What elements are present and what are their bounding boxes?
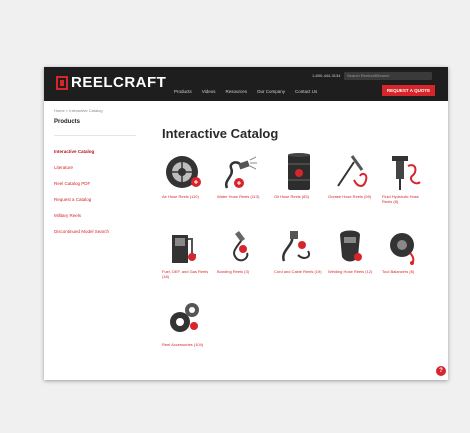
reelcraft-logo[interactable]: REELCRAFT (56, 75, 166, 91)
sidebar-item-military-reels[interactable]: Military Reels (54, 212, 136, 228)
cord-plug-icon (282, 231, 310, 262)
sidebar-title: Products (54, 119, 136, 136)
logo-mark-icon (56, 76, 68, 90)
catalog-tile-water-hose[interactable]: Water Hose Reels (113) (217, 152, 265, 199)
catalog-tile-grease-hose[interactable]: Grease Hose Reels (59) (328, 152, 376, 199)
tile-label: Fuel, DEF, and Gas Reels (18) (162, 269, 209, 279)
sidebar-item-discontinued-search[interactable]: Discontinued Model Search (54, 228, 136, 244)
sidebar-item-literature[interactable]: Literature (54, 164, 136, 180)
catalog-tile-air-hose[interactable]: Air Hose Reels (110) (162, 152, 210, 199)
tile-label: Tool Balancers (8) (382, 269, 415, 274)
tile-label: Grease Hose Reels (59) (328, 194, 372, 199)
oil-drum-icon (288, 153, 310, 190)
nav-item-our-company[interactable]: Our Company (257, 89, 285, 94)
search-input[interactable]: Search ReelcraftSearch (344, 72, 432, 80)
nav-item-products[interactable]: Products (174, 89, 192, 94)
tile-label: Fluid Hydraulic Hose Reels (8) (382, 194, 419, 204)
bonding-clamp-icon (233, 231, 249, 262)
catalog-tile-bonding[interactable]: Bonding Reels (3) (217, 227, 265, 274)
nav-item-videos[interactable]: Videos (202, 89, 216, 94)
sidebar-item-request-catalog[interactable]: Request a Catalog (54, 196, 136, 212)
tile-label: Water Hose Reels (113) (217, 194, 260, 199)
catalog-tile-fuel-def-gas[interactable]: Fuel, DEF, and Gas Reels (18) (162, 227, 210, 279)
catalog-tile-cord-cable[interactable]: Cord and Cable Reels (19) (274, 227, 322, 274)
main-nav: Products Videos Resources Our Company Co… (174, 89, 317, 94)
sidebar: Products Interactive Catalog Literature … (54, 119, 136, 244)
water-hose-icon (224, 156, 257, 189)
tile-label: Air Hose Reels (110) (162, 194, 199, 199)
sidebar-item-reel-catalog-pdf[interactable]: Reel Catalog PDF (54, 180, 136, 196)
main-content: Interactive Catalog (162, 127, 278, 141)
site-header: REELCRAFT 1-800-444-3134 Search Reelcraf… (44, 67, 448, 101)
nav-item-resources[interactable]: Resources (225, 89, 247, 94)
catalog-tile-reel-accessories[interactable]: Reel Accessories (104) (162, 300, 210, 347)
sidebar-item-interactive-catalog[interactable]: Interactive Catalog (54, 148, 136, 164)
catalog-tile-tool-balancers[interactable]: Tool Balancers (8) (382, 227, 430, 274)
tile-label: Oil Hose Reels (83) (274, 194, 309, 199)
tile-label: Reel Accessories (104) (162, 342, 204, 347)
website-screenshot: REELCRAFT 1-800-444-3134 Search Reelcraf… (44, 67, 448, 380)
fuel-pump-icon (172, 235, 196, 263)
tile-label: Welding Hose Reels (12) (328, 269, 373, 274)
chat-button[interactable]: ? (436, 366, 446, 376)
logo-text: REELCRAFT (71, 74, 167, 91)
catalog-tile-hydraulic-hose[interactable]: Fluid Hydraulic Hose Reels (8) (382, 152, 430, 204)
welding-mask-icon (340, 230, 362, 262)
grease-gun-icon (337, 155, 368, 187)
page-title: Interactive Catalog (162, 126, 279, 141)
tile-label: Bonding Reels (3) (217, 269, 250, 274)
request-quote-button[interactable]: REQUEST A QUOTE (382, 85, 435, 96)
nav-item-contact-us[interactable]: Contact Us (295, 89, 317, 94)
tire-reel-icon (166, 156, 201, 188)
tile-label: Cord and Cable Reels (19) (274, 269, 322, 274)
jackhammer-icon (392, 156, 421, 190)
tool-balancer-icon (390, 233, 415, 265)
gears-icon (170, 303, 199, 332)
page-background: REELCRAFT 1-800-444-3134 Search Reelcraf… (0, 0, 470, 433)
catalog-tile-oil-hose[interactable]: Oil Hose Reels (83) (274, 152, 322, 199)
catalog-tile-welding-hose[interactable]: Welding Hose Reels (12) (328, 227, 376, 274)
phone-number[interactable]: 1-800-444-3134 (312, 73, 340, 78)
breadcrumb[interactable]: Home > Interactive Catalog (54, 108, 103, 113)
